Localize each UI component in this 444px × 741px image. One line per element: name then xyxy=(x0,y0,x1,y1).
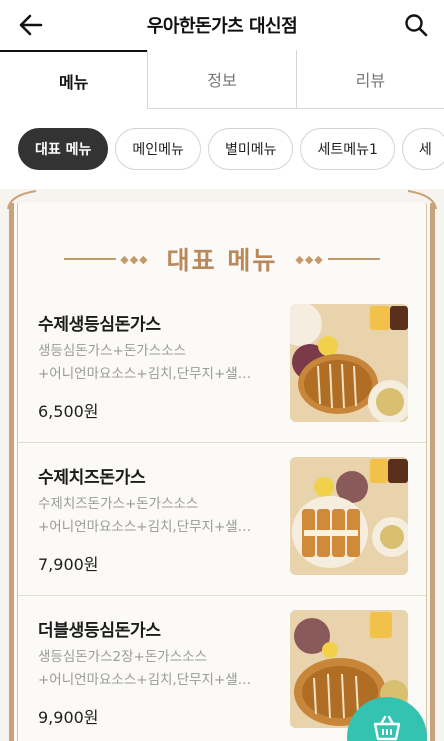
heading-ornament-right: ◆◆◆ xyxy=(291,253,380,266)
category-chips: 대표 메뉴 메인메뉴 별미메뉴 세트메뉴1 세 xyxy=(0,109,444,189)
frame-corner-ornament xyxy=(407,190,437,209)
menu-item-desc-line: +어니언마요소스+김치,단무지+샐… xyxy=(38,519,252,535)
menu-board: ◆◆◆ 대표 메뉴 ◆◆◆ 수제생등심돈가스 생등심돈가스+돈가스소스 +어니언… xyxy=(0,189,444,741)
tab-reviews[interactable]: 리뷰 xyxy=(295,50,444,109)
menu-item-desc-line: +어니언마요소스+김치,단무지+샐… xyxy=(38,366,252,382)
frame-corner-ornament xyxy=(7,190,37,209)
menu-item-name: 수제치즈돈가스 xyxy=(38,468,146,488)
store-tabs: 메뉴 정보 리뷰 xyxy=(0,50,444,109)
menu-item[interactable]: 수제생등심돈가스 생등심돈가스+돈가스소스 +어니언마요소스+김치,단무지+샐…… xyxy=(18,290,426,443)
chip-special-menu[interactable]: 별미메뉴 xyxy=(207,128,294,170)
arrow-left-icon xyxy=(19,14,43,36)
menu-item-desc-line: +어니언마요소스+김치,단무지+샐… xyxy=(38,672,252,688)
back-button[interactable] xyxy=(14,10,48,40)
search-button[interactable] xyxy=(400,9,432,41)
menu-item-photo xyxy=(290,457,408,575)
chip-set-menu-1[interactable]: 세트메뉴1 xyxy=(300,128,395,170)
menu-item-price: 9,900원 xyxy=(38,708,99,727)
tab-menu[interactable]: 메뉴 xyxy=(0,50,148,109)
menu-item-name: 수제생등심돈가스 xyxy=(38,315,161,335)
menu-item-desc-line: 생등심돈가스2장+돈가스소스 xyxy=(38,649,207,665)
menu-item-description: 생등심돈가스2장+돈가스소스 +어니언마요소스+김치,단무지+샐… xyxy=(38,646,266,692)
menu-item-desc-line: 생등심돈가스+돈가스소스 xyxy=(38,343,186,359)
chip-signature-menu[interactable]: 대표 메뉴 xyxy=(18,128,109,170)
store-title: 우아한돈가츠 대신점 xyxy=(146,16,298,37)
menu-item-name: 더블생등심돈가스 xyxy=(38,621,161,641)
tab-info[interactable]: 정보 xyxy=(147,50,296,109)
heading-ornament-left: ◆◆◆ xyxy=(64,253,152,266)
app-bar: 우아한돈가츠 대신점 xyxy=(0,0,444,50)
menu-item-description: 수제치즈돈가스+돈가스소스 +어니언마요소스+김치,단무지+샐… xyxy=(38,493,266,539)
menu-item-desc-line: 수제치즈돈가스+돈가스소스 xyxy=(38,496,199,512)
search-icon xyxy=(405,14,428,37)
menu-item-price: 6,500원 xyxy=(38,402,99,421)
menu-item-description: 생등심돈가스+돈가스소스 +어니언마요소스+김치,단무지+샐… xyxy=(38,340,266,386)
section-heading: ◆◆◆ 대표 메뉴 ◆◆◆ xyxy=(0,239,444,279)
chip-main-menu[interactable]: 메인메뉴 xyxy=(115,128,201,170)
menu-item-photo xyxy=(290,304,408,422)
chip-set-menu-2[interactable]: 세 xyxy=(401,128,444,170)
basket-icon xyxy=(373,715,401,741)
section-title: 대표 메뉴 xyxy=(166,246,278,275)
menu-item[interactable]: 수제치즈돈가스 수제치즈돈가스+돈가스소스 +어니언마요소스+김치,단무지+샐…… xyxy=(18,443,426,596)
menu-item-price: 7,900원 xyxy=(38,555,99,574)
